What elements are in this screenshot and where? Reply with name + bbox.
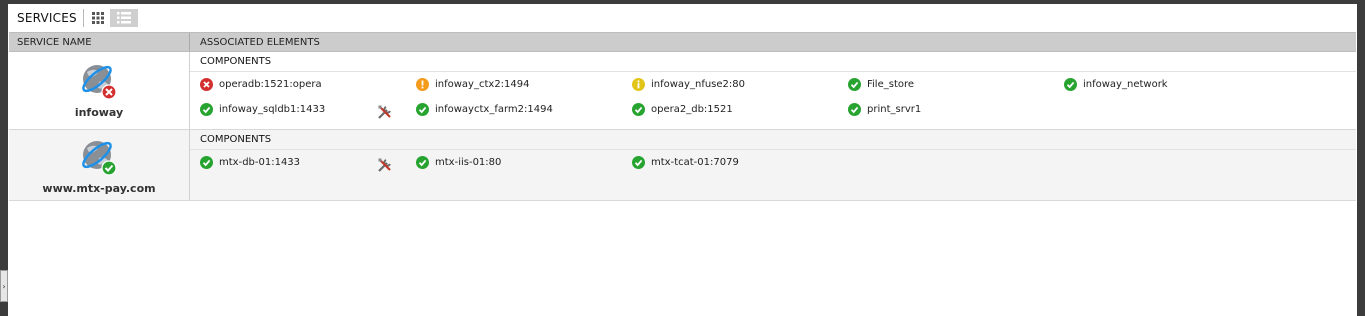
component-item[interactable]: infowayctx_farm2:1494 — [416, 103, 553, 116]
components-group-label: COMPONENTS — [190, 130, 1356, 150]
status-ok-icon — [632, 156, 645, 169]
service-row-mtx-pay[interactable]: www.mtx-pay.com COMPONENTS mtx-db-01:143… — [9, 130, 1356, 201]
service-globe-critical-icon[interactable] — [79, 62, 119, 102]
toolbar-divider — [82, 9, 84, 27]
panel-title: SERVICES — [17, 11, 77, 25]
component-name: File_store — [867, 79, 915, 90]
service-row-infoway[interactable]: infoway COMPONENTS operadb:1521:opera in… — [9, 52, 1356, 130]
column-header-service-name[interactable]: SERVICE NAME — [9, 33, 190, 51]
associated-elements-cell: COMPONENTS operadb:1521:opera infoway_ct… — [190, 52, 1356, 129]
status-ok-icon — [416, 156, 429, 169]
status-ok-icon — [200, 103, 213, 116]
maintenance-tools-icon[interactable] — [377, 104, 393, 120]
panel-toolbar: SERVICES — [9, 4, 1356, 32]
component-item[interactable]: operadb:1521:opera — [200, 78, 322, 91]
component-name: mtx-tcat-01:7079 — [651, 157, 739, 168]
status-ok-icon — [416, 103, 429, 116]
window-frame-left — [0, 0, 8, 316]
component-name: infoway_nfuse2:80 — [651, 79, 745, 90]
component-item[interactable]: mtx-iis-01:80 — [416, 156, 501, 169]
maintenance-tools-icon[interactable] — [377, 157, 393, 173]
component-name: operadb:1521:opera — [219, 79, 322, 90]
component-item[interactable]: mtx-tcat-01:7079 — [632, 156, 739, 169]
status-ok-icon — [848, 78, 861, 91]
status-info-icon — [632, 78, 645, 91]
components-grid: operadb:1521:opera infoway_ctx2:1494 inf… — [190, 72, 1356, 129]
service-cell: www.mtx-pay.com — [9, 130, 190, 200]
component-name: infoway_network — [1083, 79, 1168, 90]
component-item[interactable]: mtx-db-01:1433 — [200, 156, 300, 169]
status-critical-icon — [200, 78, 213, 91]
component-item[interactable]: File_store — [848, 78, 914, 91]
collapse-panel-tab[interactable]: › — [0, 270, 8, 302]
service-globe-ok-icon[interactable] — [79, 138, 119, 178]
status-ok-icon — [1064, 78, 1077, 91]
grid-view-button[interactable] — [87, 9, 108, 27]
component-name: infoway_sqldb1:1433 — [219, 104, 326, 115]
component-item[interactable]: infoway_nfuse2:80 — [632, 78, 745, 91]
service-cell: infoway — [9, 52, 190, 129]
component-item[interactable]: infoway_ctx2:1494 — [416, 78, 530, 91]
component-name: mtx-iis-01:80 — [435, 157, 502, 168]
service-name[interactable]: www.mtx-pay.com — [42, 182, 155, 195]
status-major-icon — [416, 78, 429, 91]
status-ok-icon — [200, 156, 213, 169]
list-view-icon — [116, 12, 131, 24]
component-item[interactable]: infoway_network — [1064, 78, 1168, 91]
component-name: infowayctx_farm2:1494 — [435, 104, 553, 115]
window-frame-right — [1357, 0, 1365, 316]
component-name: opera2_db:1521 — [651, 104, 733, 115]
service-name[interactable]: infoway — [75, 106, 123, 119]
services-panel: SERVICES SERVICE NAME ASSOCIATED ELEMENT… — [9, 4, 1356, 316]
grid-view-icon — [91, 12, 104, 24]
list-view-button[interactable] — [109, 9, 138, 27]
status-ok-icon — [632, 103, 645, 116]
table-header: SERVICE NAME ASSOCIATED ELEMENTS — [9, 32, 1356, 52]
component-name: print_srvr1 — [867, 104, 922, 115]
component-item[interactable]: opera2_db:1521 — [632, 103, 733, 116]
component-item[interactable]: infoway_sqldb1:1433 — [200, 103, 325, 116]
associated-elements-cell: COMPONENTS mtx-db-01:1433 mtx-iis-01:80 — [190, 130, 1356, 200]
component-name: infoway_ctx2:1494 — [435, 79, 530, 90]
component-item[interactable]: print_srvr1 — [848, 103, 921, 116]
component-name: mtx-db-01:1433 — [219, 157, 301, 168]
components-group-label: COMPONENTS — [190, 52, 1356, 72]
column-header-associated-elements[interactable]: ASSOCIATED ELEMENTS — [190, 33, 320, 51]
status-ok-icon — [848, 103, 861, 116]
components-grid: mtx-db-01:1433 mtx-iis-01:80 mtx-tcat-01… — [190, 150, 1356, 200]
